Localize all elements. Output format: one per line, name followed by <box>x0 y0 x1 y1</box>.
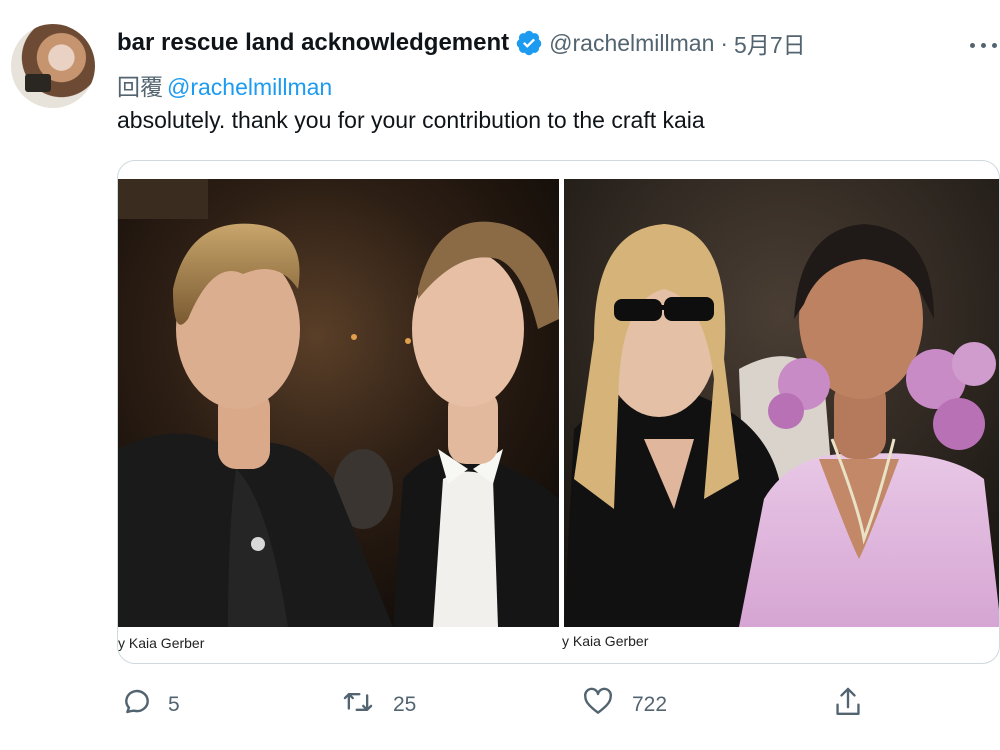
separator-dot: · <box>720 29 729 56</box>
author-handle[interactable]: @rachelmillman <box>549 30 714 57</box>
tweet-header: bar rescue land acknowledgement @rachelm… <box>117 27 806 59</box>
reply-count: 5 <box>168 692 180 716</box>
avatar[interactable] <box>11 24 95 108</box>
tweet-text: absolutely. thank you for your contribut… <box>117 107 705 133</box>
retweet-icon <box>341 686 375 723</box>
display-name[interactable]: bar rescue land acknowledgement <box>117 29 509 57</box>
reply-to-link[interactable]: @rachelmillman <box>167 74 332 100</box>
share-button[interactable] <box>832 685 864 724</box>
reply-prefix: 回覆 <box>117 74 163 100</box>
photo-credit-right: y Kaia Gerber <box>562 633 649 649</box>
tweet-card[interactable]: bar rescue land acknowledgement @rachelm… <box>0 0 1000 750</box>
retweet-count: 25 <box>393 692 417 716</box>
tweet-date[interactable]: 5月7日 <box>734 26 806 60</box>
share-icon <box>832 685 864 724</box>
like-button[interactable]: 722 <box>582 686 667 723</box>
retweet-button[interactable]: 25 <box>341 686 416 723</box>
reply-context: 回覆 @rachelmillman <box>117 68 332 102</box>
verified-badge-icon <box>515 29 543 57</box>
like-count: 722 <box>632 692 668 716</box>
media-attachment[interactable]: y Kaia Gerber y Kaia Gerber <box>117 160 1000 664</box>
photo-right[interactable] <box>564 179 999 627</box>
photo-left[interactable] <box>118 179 559 627</box>
more-options-icon[interactable] <box>970 40 1000 50</box>
reply-button[interactable]: 5 <box>118 686 180 723</box>
heart-icon <box>582 686 614 723</box>
avatar-camera-shape <box>25 74 51 92</box>
tweet-actions-bar: 5 25 722 <box>0 682 1000 726</box>
reply-icon <box>118 686 150 723</box>
photo-credit-left: y Kaia Gerber <box>118 635 205 651</box>
